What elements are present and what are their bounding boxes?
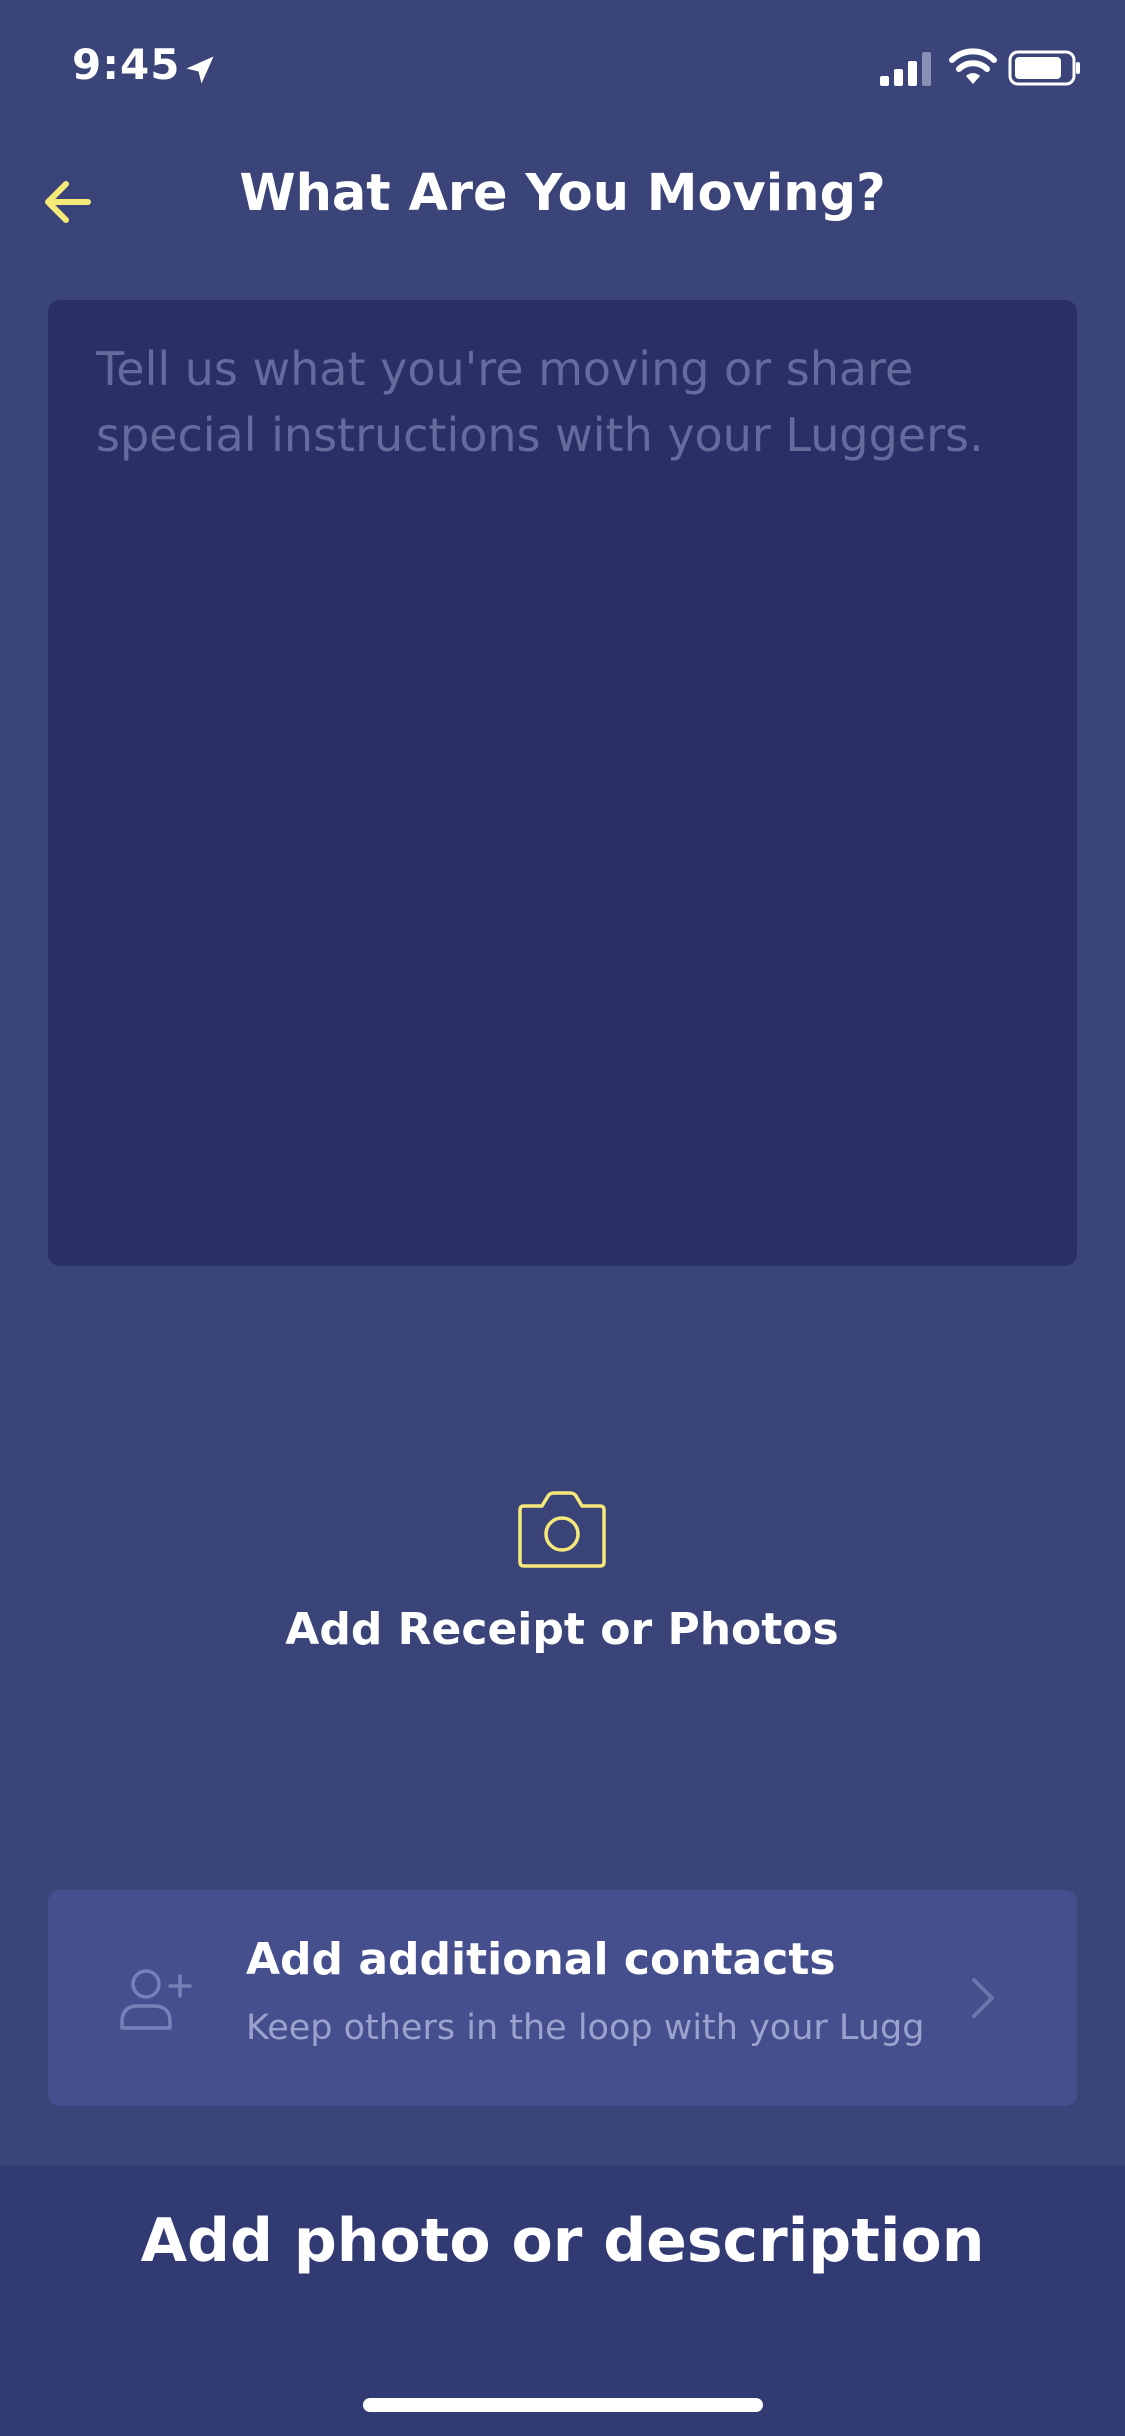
- add-photos-button[interactable]: Add Receipt or Photos: [262, 1490, 862, 1680]
- contacts-subtitle: Keep others in the loop with your Lugg: [246, 2008, 925, 2048]
- person-add-icon: [120, 1969, 192, 2030]
- screen: 9:45 What Are You Moving? Tell us what y…: [0, 0, 1125, 2436]
- chevron-right-icon: [972, 1978, 994, 2018]
- add-contacts-card[interactable]: Add additional contacts Keep others in t…: [48, 1890, 1077, 2106]
- status-time: 9:45: [72, 40, 181, 89]
- add-photos-label: Add Receipt or Photos: [285, 1604, 839, 1655]
- battery-icon: [1008, 50, 1080, 86]
- description-input[interactable]: [48, 300, 1077, 1266]
- add-photo-or-description-button[interactable]: Add photo or description: [0, 2206, 1125, 2276]
- camera-icon: [518, 1491, 606, 1568]
- bottom-action-bar: Add photo or description: [0, 2166, 1125, 2436]
- header: What Are You Moving?: [0, 150, 1125, 242]
- home-indicator: [363, 2398, 763, 2412]
- status-bar: 9:45: [0, 0, 1125, 132]
- cellular-signal-icon: [880, 52, 931, 86]
- wifi-icon: [949, 48, 997, 84]
- page-title: What Are You Moving?: [239, 164, 886, 223]
- location-arrow-icon: [186, 56, 214, 84]
- contacts-title: Add additional contacts: [246, 1934, 836, 1985]
